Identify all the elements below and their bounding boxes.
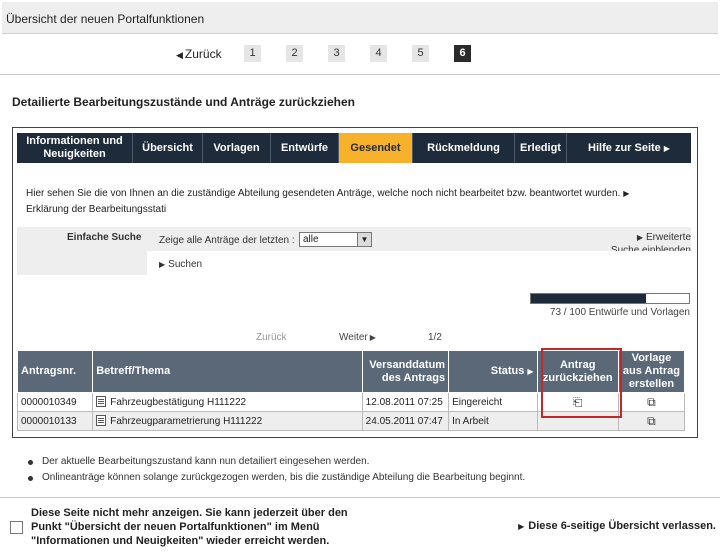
tab-vorlagen[interactable]: Vorlagen [203, 133, 271, 163]
copy-template-icon[interactable]: ⧉ [647, 414, 656, 429]
search-action-row: ▶ Suchen [147, 251, 691, 275]
table-header-row: Antragsnr. Betreff/Thema Versanddatum de… [16, 350, 686, 393]
table-row: 0000010133 Fahrzeugparametrierung H11122… [16, 411, 686, 431]
quota-progress-label: 73 / 100 Entwürfe und Vorlagen [549, 307, 690, 318]
col-header-status-label: Status [490, 365, 525, 377]
col-header-subject[interactable]: Betreff/Thema [92, 350, 363, 393]
triangle-right-icon: ▶ [623, 189, 630, 198]
col-header-nr[interactable]: Antragsnr. [16, 350, 94, 393]
triangle-right-icon: ▶ [369, 333, 376, 342]
pager-back-label: Zurück [184, 47, 222, 61]
document-icon [96, 396, 107, 407]
header-bar: Übersicht der neuen Portalfunktionen [2, 2, 718, 34]
row-status: Eingereicht [448, 392, 538, 412]
pager-page-5[interactable]: 5 [412, 45, 429, 62]
list-forward-label: Weiter [339, 332, 368, 343]
search-label-box: Einfache Suche [17, 227, 147, 275]
period-select-value: alle [303, 234, 319, 245]
row-date: 12.08.2011 07:25 [361, 392, 450, 412]
chevron-down-icon[interactable]: ▼ [357, 233, 371, 246]
row-subject-text: Fahrzeugparametrierung H111222 [110, 416, 263, 427]
leave-overview-link[interactable]: ▶ Diese 6-seitige Übersicht verlassen. [518, 520, 716, 532]
row-withdraw-cell [536, 411, 619, 431]
list-forward-link[interactable]: Weiter ▶ [339, 332, 376, 343]
tab-erledigt[interactable]: Erledigt [515, 133, 567, 163]
section-title: Detailierte Bearbeitungszustände und Ant… [12, 95, 355, 109]
row-subject[interactable]: Fahrzeugparametrierung H111222 [92, 411, 363, 431]
row-template-cell: ⧉ [617, 392, 686, 412]
tab-entwuerfe[interactable]: Entwürfe [271, 133, 339, 163]
row-nr: 0000010349 [16, 392, 94, 412]
page-title: Übersicht der neuen Portalfunktionen [6, 12, 205, 26]
requests-table: Antragsnr. Betreff/Thema Versanddatum de… [16, 350, 686, 431]
overview-pager: ◀ Zurück 1 2 3 4 5 6 [0, 45, 720, 63]
tab-hilfe[interactable]: Hilfe zur Seite ▶ [567, 133, 691, 163]
hide-page-checkbox[interactable] [10, 521, 23, 534]
tab-gesendet[interactable]: Gesendet [339, 133, 413, 163]
intro-description: Hier sehen Sie die von Ihnen an die zust… [26, 188, 621, 199]
triangle-right-icon: ▶ [527, 367, 534, 376]
col-header-template: Vorlage aus Antrag erstellen [617, 350, 686, 393]
search-title: Einfache Suche [67, 232, 142, 243]
col-header-status[interactable]: Status ▶ [448, 350, 538, 393]
main-tab-bar: Informationen und Neuigkeiten Übersicht … [17, 133, 691, 163]
status-explanation-link[interactable]: Erklärung der Bearbeitungsstati [26, 204, 166, 215]
pager-page-1[interactable]: 1 [244, 45, 261, 62]
tab-uebersicht[interactable]: Übersicht [133, 133, 203, 163]
row-nr: 0000010133 [16, 411, 94, 431]
tab-informationen[interactable]: Informationen und Neuigkeiten [17, 133, 133, 163]
copy-template-icon[interactable]: ⧉ [647, 395, 656, 410]
list-back-link[interactable]: Zurück [256, 332, 287, 343]
simple-search-panel: Einfache Suche Zeige alle Anträge der le… [17, 227, 691, 275]
triangle-left-icon: ◀ [176, 50, 183, 60]
leave-overview-label: Diese 6-seitige Übersicht verlassen. [528, 520, 716, 532]
intro-text: Hier sehen Sie die von Ihnen an die zust… [26, 186, 686, 218]
pager-page-2[interactable]: 2 [286, 45, 303, 62]
table-row: 0000010349 Fahrzeugbestätigung H111222 1… [16, 392, 686, 412]
row-template-cell: ⧉ [617, 411, 686, 431]
row-date: 24.05.2011 07:47 [361, 411, 450, 431]
tab-rueckmeldung[interactable]: Rückmeldung [413, 133, 515, 163]
search-button-label: Suchen [168, 259, 203, 270]
advanced-search-line1: Erweiterte [645, 232, 691, 243]
pager-page-6[interactable]: 6 [454, 45, 471, 62]
pager-page-4[interactable]: 4 [370, 45, 387, 62]
triangle-right-icon: ▶ [159, 260, 166, 269]
row-subject-text: Fahrzeugbestätigung H111222 [110, 397, 247, 408]
filter-label: Zeige alle Anträge der letzten : [159, 235, 295, 246]
tab-hilfe-label: Hilfe zur Seite [588, 141, 661, 154]
list-item: Der aktuelle Bearbeitungszustand kann nu… [26, 454, 525, 470]
pager-back-link[interactable]: ◀ Zurück [176, 47, 222, 61]
row-withdraw-cell: ⎗ [536, 392, 619, 412]
col-header-withdraw: Antrag zurückziehen [536, 350, 619, 393]
triangle-right-icon: ▶ [636, 233, 643, 242]
feature-bullets: Der aktuelle Bearbeitungszustand kann nu… [26, 454, 525, 486]
divider [0, 497, 720, 498]
row-subject[interactable]: Fahrzeugbestätigung H111222 [92, 392, 363, 412]
search-filter-row: Zeige alle Anträge der letzten : alle ▼ … [147, 227, 691, 256]
pager-page-3[interactable]: 3 [328, 45, 345, 62]
col-header-date[interactable]: Versanddatum des Antrags [361, 350, 450, 393]
list-item: Onlineanträge können solange zurückgezog… [26, 470, 525, 486]
triangle-right-icon: ▶ [518, 522, 525, 531]
row-status: In Arbeit [448, 411, 538, 431]
document-icon [96, 415, 107, 426]
withdraw-icon[interactable]: ⎗ [573, 395, 583, 410]
list-page-indicator: 1/2 [428, 332, 442, 343]
divider [0, 74, 720, 75]
search-button[interactable]: ▶ Suchen [159, 259, 202, 270]
quota-progress-fill [531, 294, 647, 303]
period-select[interactable]: alle ▼ [299, 232, 372, 247]
hide-page-label: Diese Seite nicht mehr anzeigen. Sie kan… [31, 507, 348, 547]
triangle-right-icon: ▶ [663, 143, 670, 153]
quota-progress-bar [530, 293, 690, 304]
